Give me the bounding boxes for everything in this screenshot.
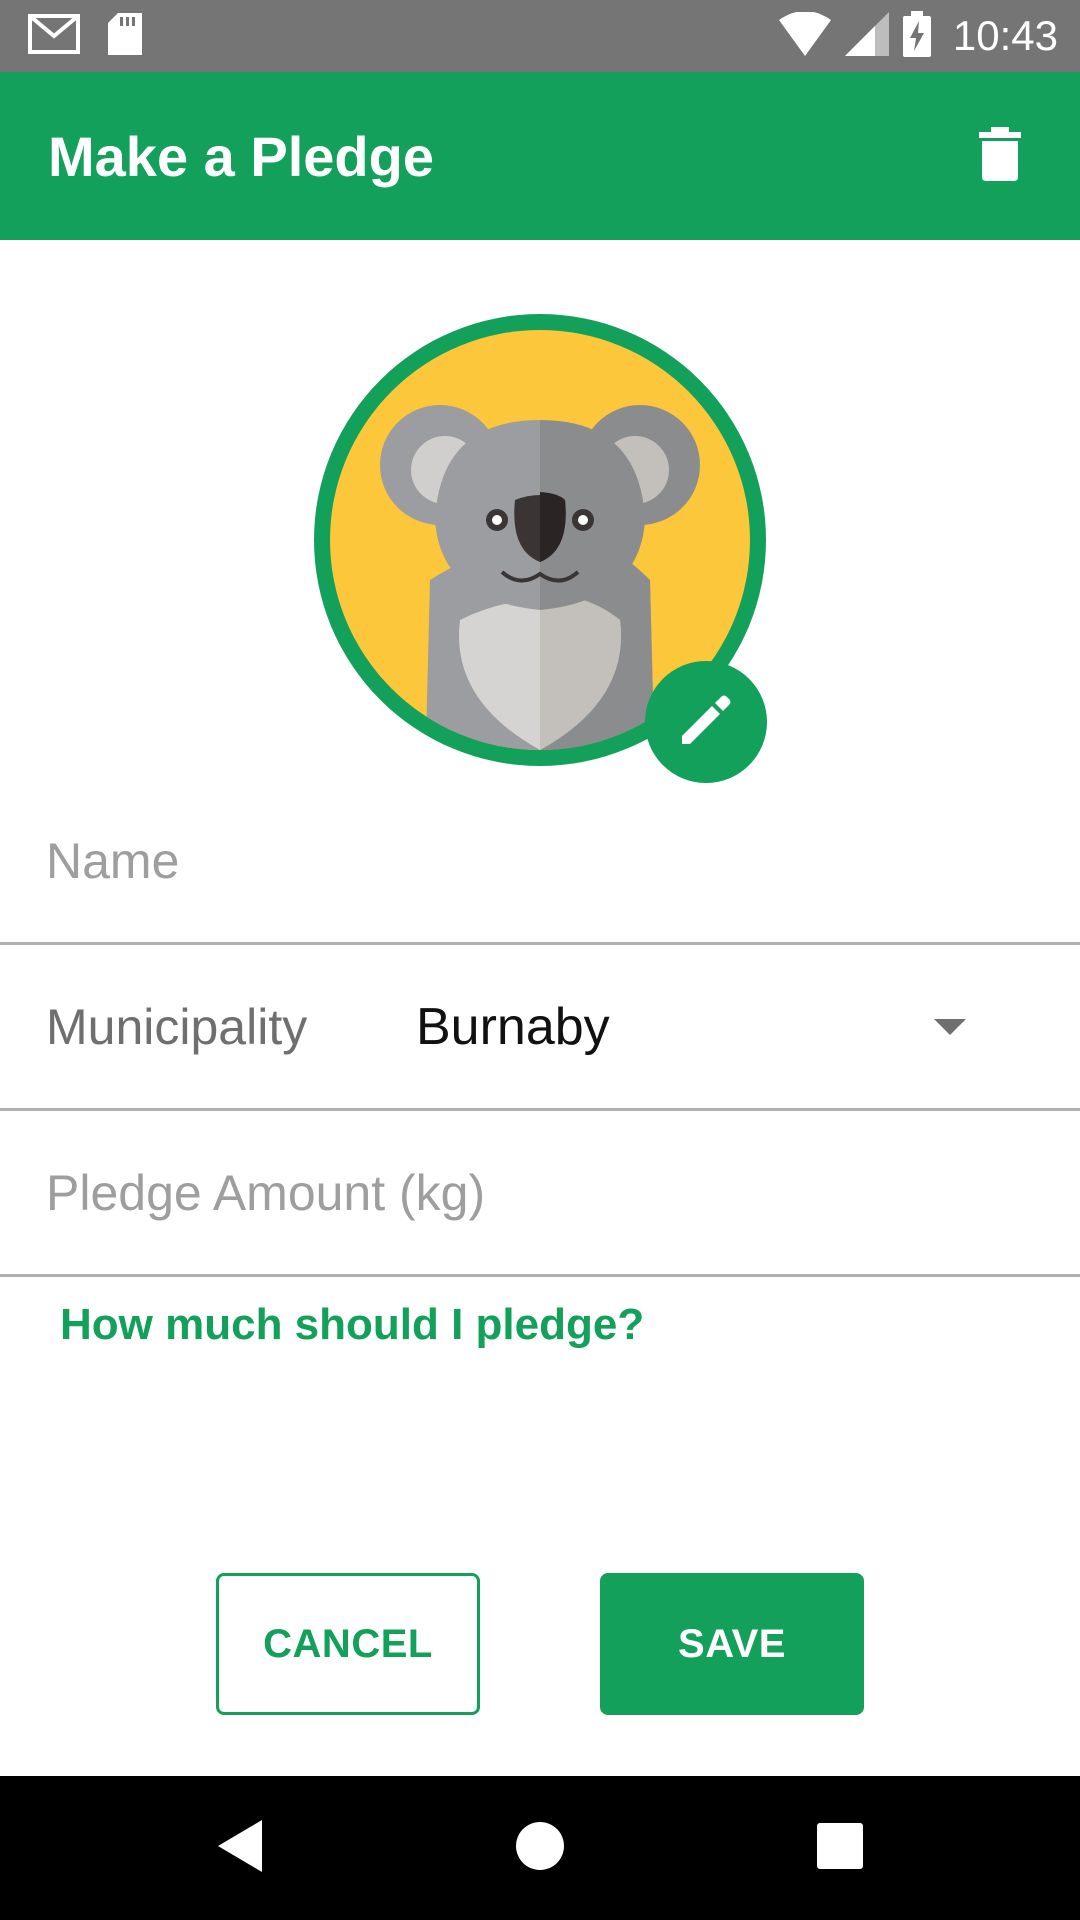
chevron-down-icon[interactable] — [934, 1018, 966, 1035]
navigation-bar — [0, 1776, 1080, 1920]
delete-button[interactable] — [968, 124, 1032, 188]
gmail-icon — [28, 13, 80, 59]
battery-charging-icon — [902, 10, 931, 62]
pledge-help-link[interactable]: How much should I pledge? — [60, 1300, 644, 1350]
recents-button[interactable] — [800, 1812, 880, 1884]
name-input[interactable] — [0, 779, 1080, 942]
recents-icon — [817, 1822, 863, 1874]
back-icon — [216, 1818, 264, 1879]
cancel-button[interactable]: CANCEL — [216, 1573, 480, 1715]
edit-avatar-button[interactable] — [645, 661, 767, 783]
pledge-amount-row — [0, 1111, 1080, 1277]
municipality-select[interactable]: Burnaby — [416, 997, 934, 1057]
home-button[interactable] — [500, 1812, 580, 1884]
municipality-row: Municipality Burnaby — [0, 945, 1080, 1111]
status-bar: 10:43 — [0, 0, 1080, 72]
pencil-icon — [678, 692, 734, 753]
app-bar: Make a Pledge — [0, 72, 1080, 240]
back-button[interactable] — [200, 1812, 280, 1884]
sd-card-icon — [108, 12, 142, 60]
make-pledge-screen: 10:43 Make a Pledge Name Municipality Bu… — [0, 0, 1080, 1920]
page-title: Make a Pledge — [48, 124, 434, 188]
signal-icon — [844, 11, 889, 61]
wifi-icon — [778, 10, 831, 61]
pledge-amount-input[interactable] — [0, 1111, 1080, 1274]
municipality-label: Municipality — [46, 998, 308, 1055]
name-field-row — [0, 779, 1080, 945]
home-icon — [515, 1821, 565, 1876]
pledge-avatar — [314, 314, 767, 783]
status-time: 10:43 — [952, 12, 1058, 59]
save-button[interactable]: SAVE — [600, 1573, 864, 1715]
trash-icon — [979, 126, 1021, 186]
